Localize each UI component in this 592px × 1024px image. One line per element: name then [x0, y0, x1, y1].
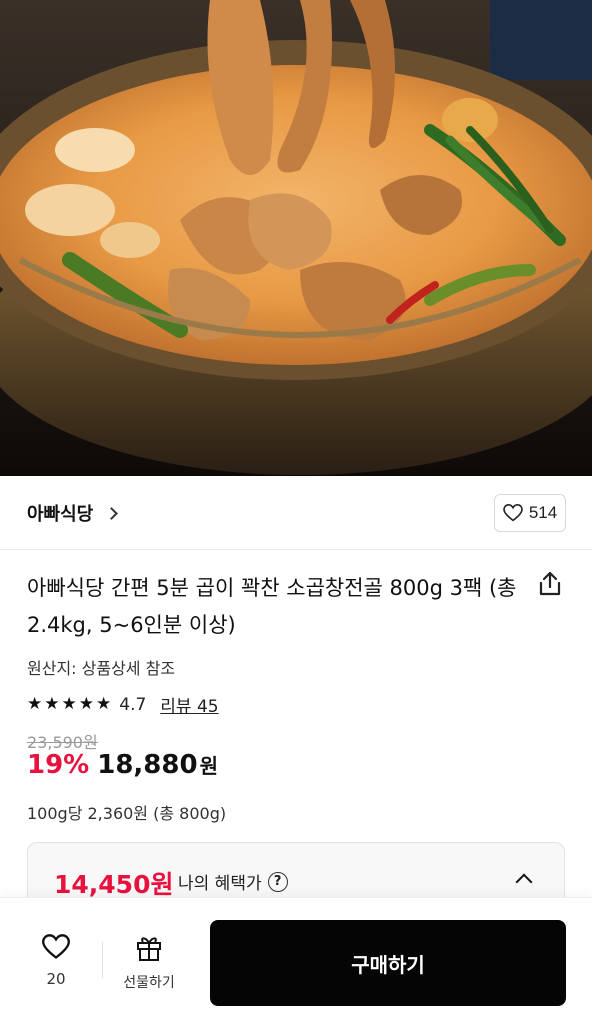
gift-label: 선물하기 [123, 975, 175, 991]
discount-rate: 19% [27, 750, 90, 780]
store-link[interactable]: 아빠식당 [27, 500, 119, 526]
benefit-label: 나의 혜택가 [178, 874, 262, 894]
review-link[interactable]: 리뷰 45 [160, 692, 218, 717]
store-row: 아빠식당 514 [0, 476, 592, 550]
hotpot-photo [0, 0, 592, 476]
star-icon: ★ [78, 694, 94, 714]
star-icon: ★ [96, 694, 112, 714]
help-icon[interactable]: ? [267, 871, 288, 892]
chevron-right-icon [105, 506, 119, 520]
unit-price: 100g당 2,360원 (총 800g) [27, 804, 227, 823]
divider [102, 942, 103, 978]
product-title: 아빠식당 간편 5분 곱이 꽉찬 소곱창전골 800g 3팩 (총 2.4kg,… [27, 576, 517, 637]
sale-price: 18,880 [97, 750, 198, 780]
origin-info: 원산지: 상품상세 참조 [27, 659, 176, 678]
heart-icon [41, 934, 71, 959]
star-rating: ★ ★ ★ ★ ★ [27, 696, 111, 713]
rating-row: ★ ★ ★ ★ ★ 4.7 리뷰 45 [27, 692, 219, 718]
wishlist-button[interactable]: 20 [28, 934, 84, 988]
star-icon: ★ [61, 694, 77, 714]
star-icon: ★ [44, 694, 60, 714]
product-hero-image [0, 0, 592, 476]
bottom-action-bar: 20 선물하기 구매하기 [0, 897, 592, 1024]
price-unit: 원 [199, 754, 218, 778]
gift-button[interactable]: 선물하기 [112, 934, 186, 992]
price-row: 19% 18,880 원 [27, 750, 218, 780]
like-button[interactable]: 514 [494, 494, 566, 532]
wishlist-count: 20 [46, 970, 66, 988]
rating-value: 4.7 [119, 694, 147, 715]
heart-icon [502, 504, 523, 522]
share-icon[interactable] [536, 570, 564, 598]
buy-button[interactable]: 구매하기 [210, 920, 566, 1006]
store-name: 아빠식당 [27, 504, 94, 525]
chevron-up-icon[interactable] [515, 873, 533, 891]
benefit-label-group: 나의 혜택가 ? [178, 869, 288, 894]
benefit-price: 14,450원 [54, 870, 174, 899]
star-icon: ★ [27, 694, 43, 714]
gift-icon [137, 937, 161, 961]
like-count: 514 [528, 503, 558, 522]
